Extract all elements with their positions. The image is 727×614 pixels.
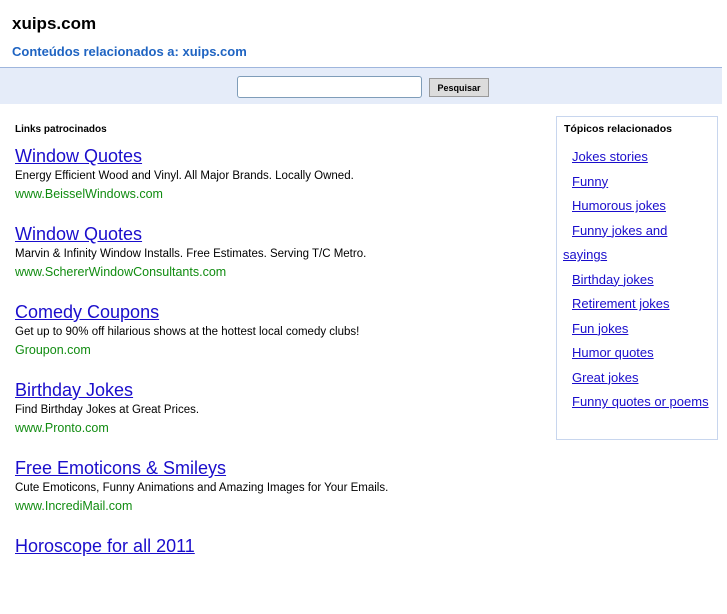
related-topic-link[interactable]: Birthday jokes: [563, 268, 713, 293]
related-topics-box: Tópicos relacionados Jokes stories Funny…: [556, 116, 718, 440]
related-topic-link[interactable]: Fun jokes: [563, 317, 713, 342]
related-topic-link[interactable]: Funny jokes and sayings: [563, 219, 713, 268]
related-topic-link[interactable]: Funny: [563, 170, 713, 195]
sponsored-link-title[interactable]: Horoscope for all 2011: [15, 536, 535, 557]
sponsored-link: Window Quotes Energy Efficient Wood and …: [15, 146, 535, 224]
sponsored-link-url[interactable]: Groupon.com: [15, 340, 535, 360]
sponsored-link-title[interactable]: Comedy Coupons: [15, 302, 535, 323]
related-topic-link[interactable]: Humorous jokes: [563, 194, 713, 219]
sponsored-link-url[interactable]: www.BeisselWindows.com: [15, 184, 535, 204]
sponsored-link-title[interactable]: Window Quotes: [15, 146, 535, 167]
sponsored-link-title[interactable]: Free Emoticons & Smileys: [15, 458, 535, 479]
related-topics-list: Jokes stories Funny Humorous jokes Funny…: [563, 145, 713, 415]
sponsored-link: Window Quotes Marvin & Infinity Window I…: [15, 224, 535, 302]
sponsored-link-description: Cute Emoticons, Funny Animations and Ama…: [15, 482, 389, 494]
sponsored-link-description: Get up to 90% off hilarious shows at the…: [15, 326, 360, 338]
related-topic-link[interactable]: Retirement jokes: [563, 292, 713, 317]
related-topic-link[interactable]: Great jokes: [563, 366, 713, 391]
search-bar: Pesquisar: [0, 67, 722, 104]
sponsored-link-description: Energy Efficient Wood and Vinyl. All Maj…: [15, 170, 354, 182]
sponsored-link-title[interactable]: Window Quotes: [15, 224, 535, 245]
sponsored-link-title[interactable]: Birthday Jokes: [15, 380, 535, 401]
sponsored-links-heading: Links patrocinados: [15, 124, 107, 135]
related-content-heading: Conteúdos relacionados a: xuips.com: [12, 44, 247, 59]
search-button[interactable]: Pesquisar: [429, 78, 489, 97]
site-title: xuips.com: [12, 14, 97, 33]
sponsored-links-list: Window Quotes Energy Efficient Wood and …: [15, 146, 535, 614]
sponsored-link: Comedy Coupons Get up to 90% off hilario…: [15, 302, 535, 380]
sponsored-link-description: Marvin & Infinity Window Installs. Free …: [15, 248, 367, 260]
sponsored-link-url[interactable]: www.Pronto.com: [15, 418, 535, 438]
related-topic-link[interactable]: Funny quotes or poems: [563, 390, 713, 415]
sponsored-link: Horoscope for all 2011: [15, 536, 535, 614]
related-topics-heading: Tópicos relacionados: [564, 123, 672, 135]
related-topic-link[interactable]: Jokes stories: [563, 145, 713, 170]
sponsored-link-url[interactable]: www.SchererWindowConsultants.com: [15, 262, 535, 282]
sponsored-link: Free Emoticons & Smileys Cute Emoticons,…: [15, 458, 535, 536]
related-topic-link[interactable]: Humor quotes: [563, 341, 713, 366]
sponsored-link-description: Find Birthday Jokes at Great Prices.: [15, 404, 200, 416]
search-input[interactable]: [237, 76, 422, 98]
sponsored-link: Birthday Jokes Find Birthday Jokes at Gr…: [15, 380, 535, 458]
sponsored-link-url[interactable]: www.IncrediMail.com: [15, 496, 535, 516]
